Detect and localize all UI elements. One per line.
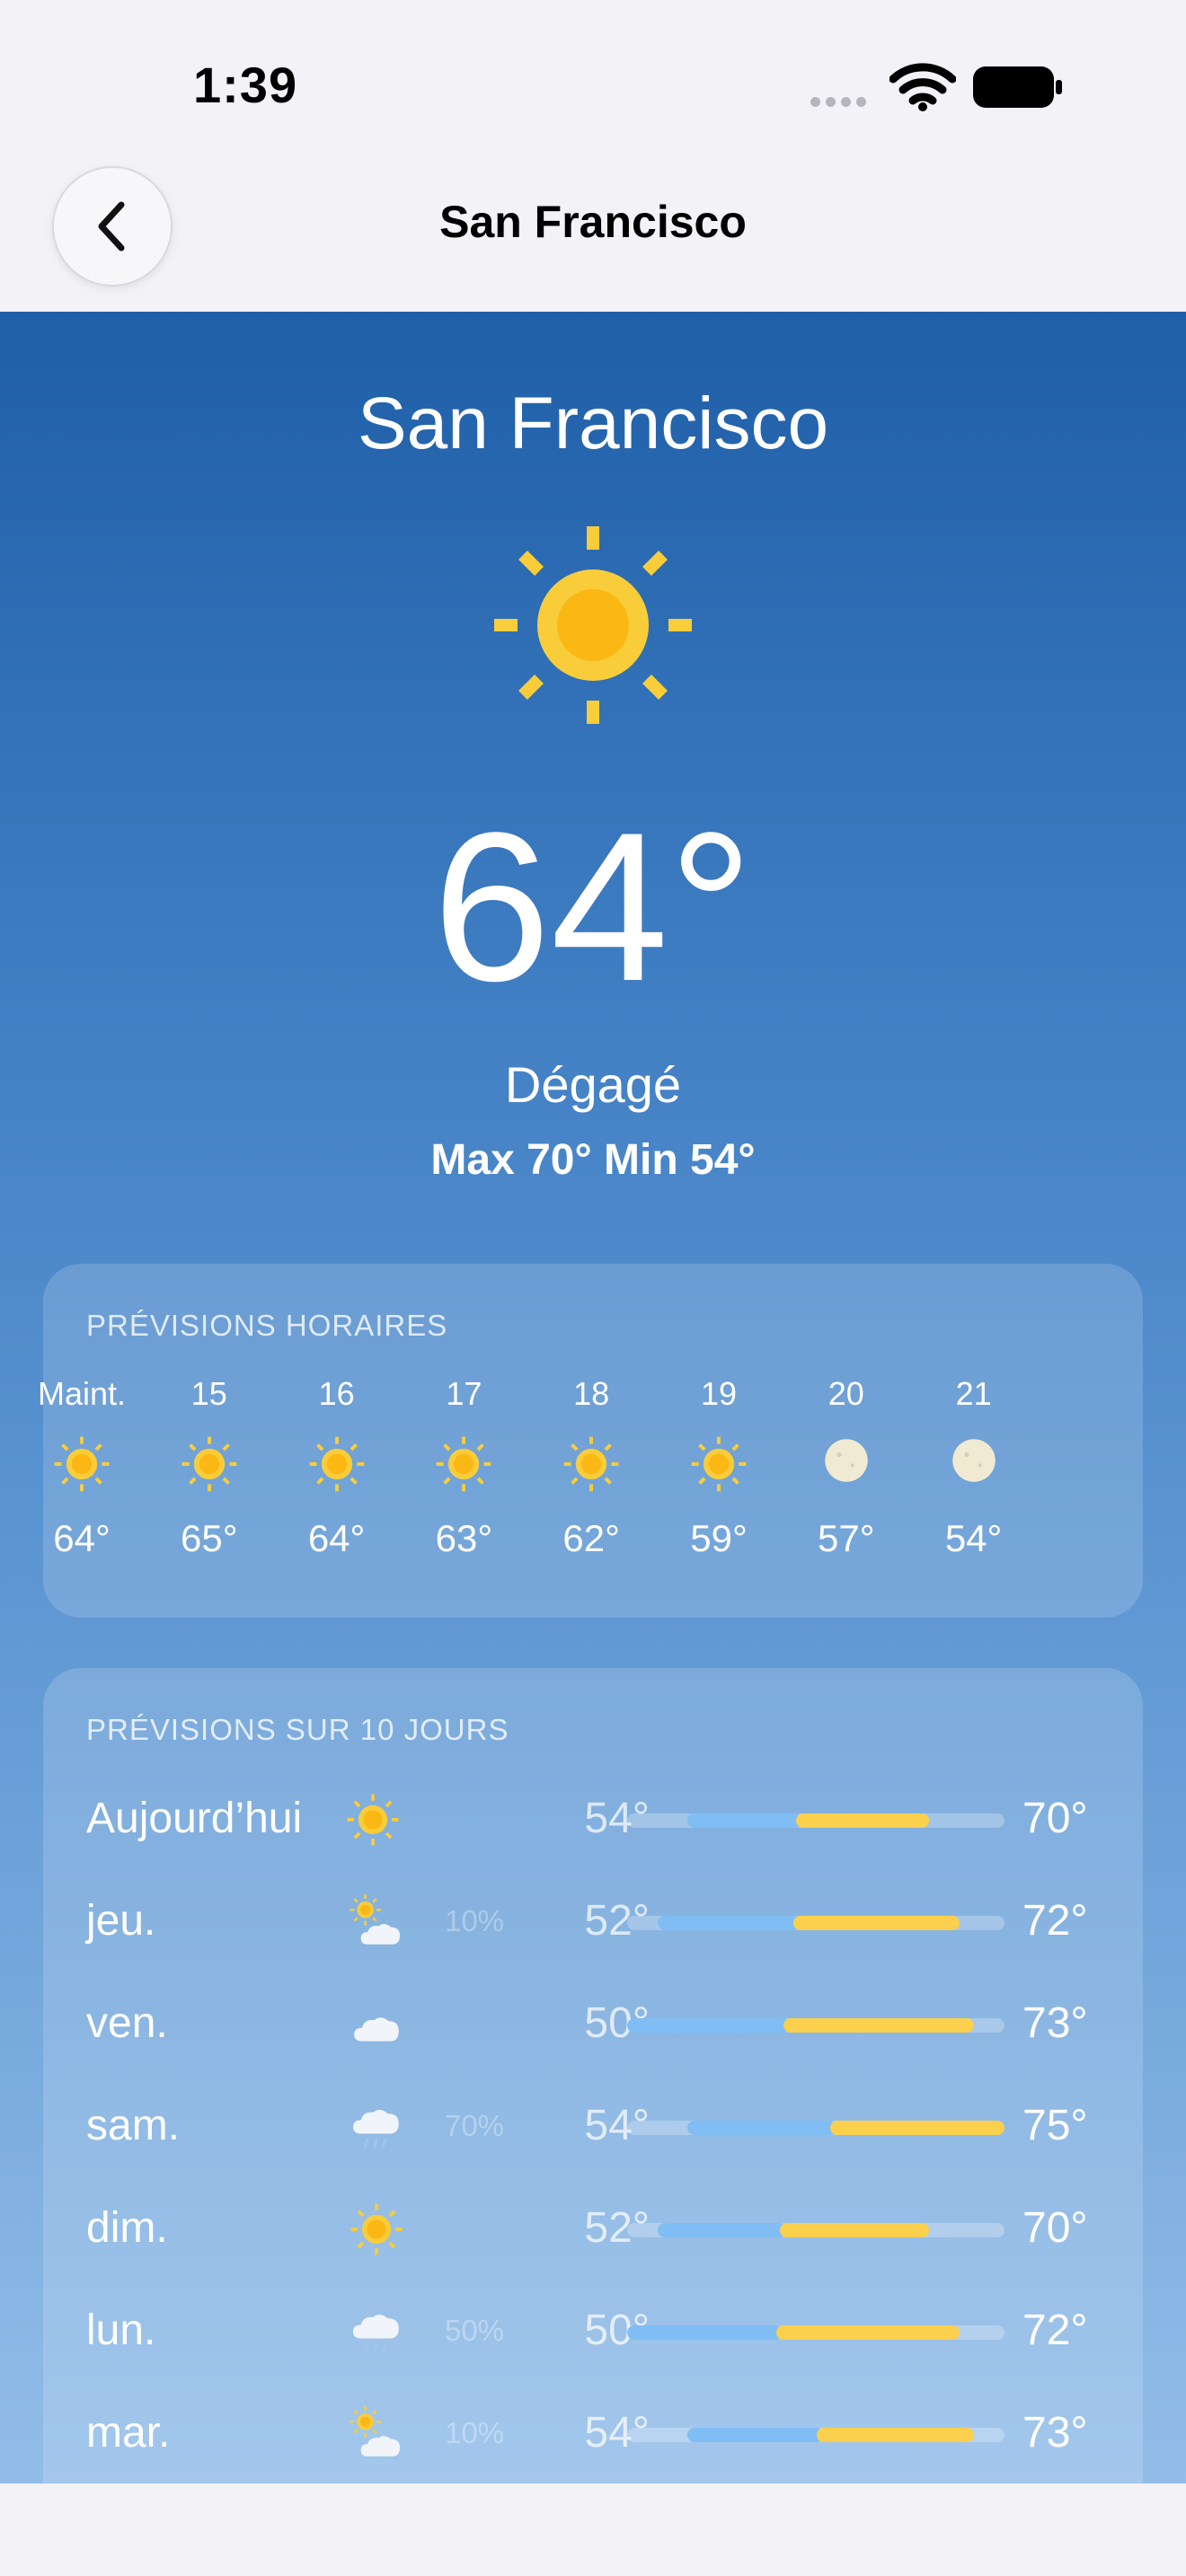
daily-forecast-row[interactable]: sam. 70% 54° 75° [43, 2081, 1143, 2171]
hourly-time: Maint. [37, 1375, 127, 1412]
day-label: ven. [86, 1999, 168, 2047]
temperature-range-warm [779, 2223, 929, 2237]
partly-cloudy-icon [349, 2406, 404, 2462]
high-temperature: 72° [1022, 2307, 1088, 2354]
precipitation-chance: 10% [444, 1904, 505, 1937]
high-temperature: 70° [1022, 2204, 1088, 2252]
hourly-temperature: 62° [562, 1517, 620, 1559]
city-name: San Francisco [357, 383, 829, 464]
sun-icon [345, 1792, 401, 1848]
current-temperature: 64° [432, 789, 754, 1026]
temperature-range-bar [627, 1916, 1005, 1930]
high-temperature: 72° [1022, 1897, 1088, 1945]
temperature-range-cool [687, 2121, 837, 2135]
cellular-signal-icon [810, 97, 866, 107]
daily-forecast-title: PRÉVISIONS SUR 10 JOURS [86, 1713, 509, 1746]
wifi-icon [890, 63, 956, 111]
temperature-range-bar [627, 2325, 1005, 2340]
precipitation-chance: 10% [444, 2416, 505, 2449]
temperature-range-warm [783, 2018, 975, 2033]
hourly-temperature: 54° [944, 1517, 1003, 1559]
sun-icon [434, 1434, 493, 1494]
high-temperature: 73° [1022, 2409, 1088, 2457]
sun-icon [52, 1434, 111, 1494]
weather-condition: Dégagé [504, 1056, 682, 1113]
hourly-forecast-card: PRÉVISIONS HORAIRES Maint. 64° 15 65° 16… [38, 1264, 1143, 1618]
hourly-forecast-title: PRÉVISIONS HORAIRES [86, 1309, 448, 1342]
temperature-range-bar [627, 2428, 1005, 2442]
hourly-time: 19 [700, 1375, 738, 1412]
daily-forecast-row[interactable]: mar. 10% 54° 73° [43, 2388, 1143, 2478]
hourly-temperature: 65° [181, 1517, 238, 1559]
hourly-temperature: 64° [307, 1517, 366, 1559]
high-temperature: 75° [1022, 2102, 1088, 2149]
sun-icon [180, 1434, 239, 1494]
precipitation-chance: 70% [444, 2109, 505, 2142]
temperature-range-cool [627, 2325, 784, 2340]
temperature-range-warm [829, 2121, 1005, 2135]
bottom-area [0, 2483, 1186, 2576]
temperature-range-bar [627, 2018, 1005, 2033]
hourly-temperature: 63° [435, 1517, 493, 1559]
sun-icon [349, 2201, 404, 2257]
temperature-range-cool [687, 2428, 824, 2442]
moon-icon [944, 1434, 1004, 1494]
temperature-range-warm [816, 2428, 975, 2442]
day-label: dim. [86, 2204, 168, 2252]
sun-icon [307, 1434, 367, 1494]
status-time: 1:39 [193, 57, 298, 113]
day-label: mar. [86, 2409, 171, 2457]
hourly-temperature: 57° [818, 1517, 875, 1559]
temperature-range-warm [796, 1813, 929, 1828]
daily-forecast-row[interactable]: Aujourd’hui 54° 70° [43, 1774, 1143, 1864]
temperature-range-bar [627, 2223, 1005, 2237]
temperature-range-warm [792, 1916, 960, 1930]
hourly-time: 17 [446, 1375, 482, 1412]
high-low-temperature: Max 70° Min 54° [430, 1136, 756, 1184]
temperature-range-bar [627, 1813, 1005, 1828]
hourly-time: 15 [190, 1375, 227, 1412]
day-label: sam. [86, 2102, 181, 2149]
daily-forecast-row[interactable]: ven. 50° 73° [43, 1979, 1143, 2069]
high-temperature: 73° [1022, 1999, 1088, 2047]
partly-cloudy-icon [349, 1894, 404, 1950]
sun-icon [494, 526, 692, 724]
hourly-time: 18 [573, 1375, 610, 1412]
hourly-time: 20 [828, 1375, 864, 1412]
temperature-range-bar [627, 2121, 1005, 2135]
daily-forecast-row[interactable]: lun. 50% 50° 72° [43, 2286, 1143, 2376]
hourly-temperature: 59° [690, 1517, 748, 1559]
daily-forecast-row[interactable]: jeu. 10% 52° 72° [43, 1876, 1143, 1966]
hourly-time: 16 [318, 1375, 355, 1412]
hourly-time: 21 [955, 1375, 992, 1412]
status-bar: 1:39 [0, 0, 1186, 162]
precipitation-chance: 50% [444, 2314, 505, 2347]
temperature-range-warm [776, 2325, 960, 2340]
temperature-range-cool [627, 2018, 791, 2033]
sun-icon [689, 1434, 748, 1494]
nav-title: San Francisco [439, 197, 747, 247]
daily-forecast-card: PRÉVISIONS SUR 10 JOURS Aujourd’hui 54° … [43, 1668, 1143, 2483]
temperature-range-cool [687, 1813, 804, 1828]
sun-icon [562, 1434, 621, 1494]
weather-main: San Francisco 64° Dégagé Max 70° Min 54°… [0, 312, 1186, 2483]
high-temperature: 70° [1022, 1795, 1088, 1842]
battery-icon [973, 66, 1062, 108]
day-label: Aujourd’hui [86, 1795, 303, 1842]
day-label: jeu. [86, 1897, 156, 1945]
cloud-icon [349, 1997, 404, 2052]
rain-icon [349, 2099, 404, 2155]
temperature-range-cool [657, 1916, 801, 1930]
navigation-bar: San Francisco [0, 162, 1186, 312]
temperature-range-cool [657, 2223, 787, 2237]
hourly-temperature: 64° [53, 1517, 111, 1559]
daily-forecast-row[interactable]: dim. 52° 70° [43, 2183, 1143, 2273]
day-label: lun. [86, 2307, 156, 2354]
moon-icon [817, 1434, 876, 1494]
rain-icon [349, 2304, 404, 2360]
